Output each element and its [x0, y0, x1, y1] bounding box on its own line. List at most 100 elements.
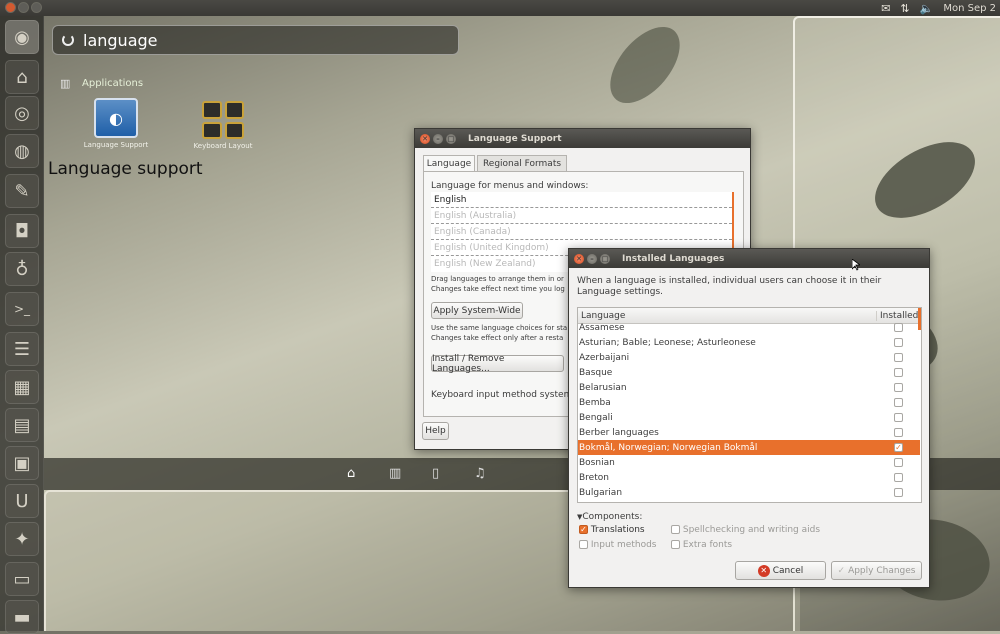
panel-close-icon[interactable]: [5, 2, 16, 13]
installed-checkbox[interactable]: [894, 473, 903, 482]
dash-search-input[interactable]: [83, 29, 443, 51]
installed-checkbox[interactable]: [894, 458, 903, 467]
category-label: Applications: [82, 78, 144, 89]
close-icon[interactable]: ✕: [574, 253, 584, 264]
app-keyboard-layout[interactable]: Keyboard Layout: [178, 101, 268, 150]
table-row[interactable]: Bulgarian: [578, 485, 920, 500]
installed-checkbox[interactable]: [894, 398, 903, 407]
table-row[interactable]: Berber languages: [578, 425, 920, 440]
table-row[interactable]: Assamese: [578, 320, 920, 335]
extra-fonts-checkbox[interactable]: Extra fonts: [671, 540, 732, 550]
volume-icon[interactable]: 🔈: [920, 2, 934, 15]
checkbox[interactable]: [671, 525, 680, 534]
translations-checkbox[interactable]: ✓ Translations: [579, 525, 645, 535]
maximize-icon[interactable]: □: [446, 133, 456, 144]
window-title: Installed Languages: [622, 253, 725, 264]
installed-checkbox[interactable]: [894, 353, 903, 362]
table-row[interactable]: Asturian; Bable; Leonese; Asturleonese: [578, 335, 920, 350]
workspaces-icon[interactable]: ▭: [5, 562, 39, 596]
home-folder-icon[interactable]: ⌂: [5, 60, 39, 94]
app-caption: Language Support: [83, 141, 149, 149]
language-name: Basque: [579, 367, 613, 378]
language-support-icon: ◐: [94, 98, 138, 138]
menus-label: Language for menus and windows:: [431, 181, 589, 191]
spellchecking-checkbox[interactable]: Spellchecking and writing aids: [671, 525, 820, 535]
list-item[interactable]: English (Australia): [431, 208, 732, 224]
ubuntu-one-icon[interactable]: U: [5, 484, 39, 518]
table-scrollbar[interactable]: [918, 308, 921, 330]
language-name: Asturian; Bable; Leonese; Asturleonese: [579, 337, 756, 348]
installed-checkbox[interactable]: [894, 338, 903, 347]
panel-minimize-icon[interactable]: [18, 2, 29, 13]
titlebar: ✕ – □ Installed Languages: [569, 249, 929, 268]
text-editor-icon[interactable]: ✎: [5, 174, 39, 208]
checkbox[interactable]: [671, 540, 680, 549]
gimp-icon[interactable]: ✦: [5, 522, 39, 556]
maximize-icon[interactable]: □: [600, 253, 610, 264]
panel-maximize-icon[interactable]: [31, 2, 42, 13]
tab-regional-formats[interactable]: Regional Formats: [477, 155, 567, 172]
table-row[interactable]: Bemba: [578, 395, 920, 410]
install-description: When a language is installed, individual…: [577, 276, 882, 297]
window-title: Language Support: [468, 133, 562, 144]
table-row[interactable]: Bokmål, Norwegian; Norwegian Bokmål ✓: [578, 440, 920, 455]
table-row[interactable]: Bengali: [578, 410, 920, 425]
trash-icon[interactable]: ▬: [5, 600, 39, 634]
minimize-icon[interactable]: –: [433, 133, 443, 144]
files-lens-icon[interactable]: ▯: [432, 466, 439, 481]
checkbox-checked[interactable]: ✓: [579, 525, 588, 534]
table-row[interactable]: Basque: [578, 365, 920, 380]
languages-table: Language Installed Assamese Asturian; Bab…: [577, 307, 922, 503]
terminal-icon[interactable]: >_: [5, 292, 39, 326]
apply-changes-button[interactable]: ✓ Apply Changes: [831, 561, 922, 580]
installed-checkbox[interactable]: [894, 383, 903, 392]
network-icon[interactable]: ⇅: [900, 2, 909, 15]
writer-icon[interactable]: ☰: [5, 332, 39, 366]
search-spinner-icon: [62, 34, 74, 46]
language-name: Belarusian: [579, 382, 627, 393]
camera-icon[interactable]: ◘: [5, 214, 39, 248]
calc-icon[interactable]: ▦: [5, 370, 39, 404]
close-icon[interactable]: ✕: [420, 133, 430, 144]
table-row[interactable]: Belarusian: [578, 380, 920, 395]
mail-icon[interactable]: ✉: [881, 2, 890, 15]
cancel-button[interactable]: ✕ Cancel: [735, 561, 826, 580]
list-item[interactable]: English: [431, 192, 732, 208]
install-remove-languages-button[interactable]: Install / Remove Languages...: [431, 354, 564, 374]
software-center-icon[interactable]: ▣: [5, 446, 39, 480]
mouse-cursor-icon: [852, 259, 860, 271]
dash-search-box[interactable]: [52, 25, 459, 55]
installed-checkbox-checked[interactable]: ✓: [894, 443, 903, 452]
microphone-icon[interactable]: ♁: [5, 252, 39, 286]
input-methods-checkbox[interactable]: Input methods: [579, 540, 657, 550]
chromium-icon[interactable]: ◎: [5, 96, 39, 130]
installed-checkbox[interactable]: [894, 413, 903, 422]
list-item[interactable]: English (Canada): [431, 224, 732, 240]
table-row[interactable]: Azerbaijani: [578, 350, 920, 365]
installed-checkbox[interactable]: [894, 488, 903, 497]
table-row[interactable]: Bosnian: [578, 455, 920, 470]
app-language-support[interactable]: ◐ Language Support: [71, 98, 161, 149]
top-panel: ✉ ⇅ 🔈 Mon Sep 2: [0, 0, 1000, 16]
tab-language[interactable]: Language: [423, 155, 475, 172]
apply-system-wide-button[interactable]: Apply System-Wide: [431, 302, 523, 319]
checkbox[interactable]: [579, 540, 588, 549]
apply-icon: ✓: [837, 565, 846, 576]
applications-lens-icon[interactable]: ▥: [389, 466, 401, 481]
installed-checkbox[interactable]: [894, 428, 903, 437]
impress-icon[interactable]: ▤: [5, 408, 39, 442]
background-leaf: [596, 14, 694, 116]
dash-home-icon[interactable]: ◉: [5, 20, 39, 54]
same-hint: Use the same language choices for sta: [431, 324, 568, 332]
music-lens-icon[interactable]: ♫: [474, 466, 486, 481]
clock[interactable]: Mon Sep 2: [943, 3, 996, 14]
table-row[interactable]: Breton: [578, 470, 920, 485]
installed-checkbox[interactable]: [894, 368, 903, 377]
minimize-icon[interactable]: –: [587, 253, 597, 264]
help-button[interactable]: Help: [422, 422, 449, 440]
same-hint: Changes take effect only after a resta: [431, 334, 564, 342]
language-name: Breton: [579, 472, 609, 483]
home-lens-icon[interactable]: ⌂: [347, 466, 355, 481]
installed-checkbox[interactable]: [894, 323, 903, 332]
firefox-icon[interactable]: ◍: [5, 134, 39, 168]
